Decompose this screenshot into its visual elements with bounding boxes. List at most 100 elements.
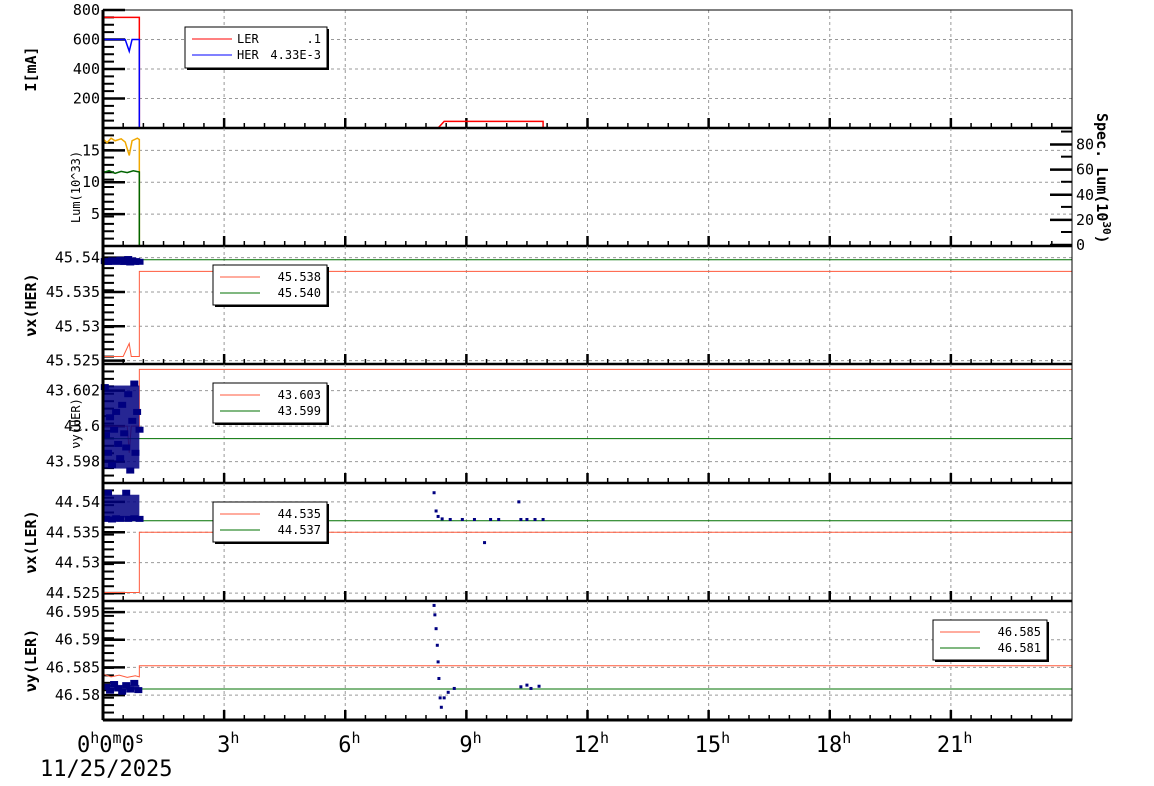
- legend-value: 44.537: [278, 523, 321, 537]
- data-point: [533, 517, 537, 521]
- data-point: [519, 517, 523, 521]
- y-axis-label: νx(LER): [22, 510, 40, 573]
- superscript: s: [135, 729, 144, 747]
- y-tick-label: 800: [73, 1, 100, 19]
- y-tick-label: 46.585: [46, 658, 100, 676]
- legend-value: .1: [307, 32, 321, 46]
- legend-value: 4.33E-3: [270, 48, 321, 62]
- data-cluster: [103, 385, 140, 469]
- y-tick-label: 45.54: [55, 249, 100, 267]
- legend: 45.538 45.540: [212, 264, 329, 307]
- data-point: [448, 517, 452, 521]
- y-axis-label: νx(HER): [22, 273, 40, 336]
- superscript: h: [842, 729, 851, 747]
- legend-value: 45.540: [278, 286, 321, 300]
- legend-value: 43.599: [278, 404, 321, 418]
- panel-frame: [102, 600, 1073, 721]
- superscript: h: [473, 729, 482, 747]
- legend-name: LER: [237, 32, 259, 46]
- y2-tick-label: 60: [1076, 161, 1094, 179]
- y-axis-label: νy(LER): [22, 629, 40, 692]
- data-point: [460, 517, 464, 521]
- data-point: [439, 705, 443, 709]
- date-label: 11/25/2025: [40, 757, 172, 782]
- legend-value: 46.585: [998, 625, 1041, 639]
- data-point: [525, 517, 529, 521]
- data-cluster: [103, 684, 140, 690]
- label-part: 0: [99, 733, 112, 758]
- y-tick-label: 45.535: [46, 283, 100, 301]
- data-point: [472, 517, 476, 521]
- y2-tick-label: 0: [1076, 236, 1085, 254]
- legend-value: 43.603: [278, 388, 321, 402]
- y-tick-label: 43.602: [46, 382, 100, 400]
- y-axis-label: I[mA]: [22, 46, 40, 91]
- legend-value: 46.581: [998, 641, 1041, 655]
- legend: 44.535 44.537: [212, 501, 329, 544]
- data-point: [497, 517, 501, 521]
- panel-6: 46.5846.58546.5946.595νy(LER) 46.58546.58…: [22, 600, 1073, 722]
- y2-axis-label: Spec. Lum(1030): [1093, 113, 1113, 244]
- label-part: 0: [122, 733, 135, 758]
- superscript: h: [352, 729, 361, 747]
- superscript: h: [963, 729, 972, 747]
- superscript: h: [90, 729, 99, 747]
- data-point: [432, 603, 436, 607]
- x-tick-label: 12h: [574, 729, 610, 758]
- panel-1: 200 400 600 800 I[mA] LER .1 HER 4.33E-3: [22, 1, 1073, 130]
- data-cluster: [103, 261, 140, 266]
- y2-tick-label: 20: [1076, 211, 1094, 229]
- data-point: [434, 509, 438, 513]
- data-point: [436, 660, 440, 664]
- y-tick-label: 10: [82, 173, 100, 191]
- panel-3: 45.525 45.53 45.535 45.54 νx(HER) 45.538 45.54…: [22, 245, 1073, 370]
- y-tick-label: 200: [73, 90, 100, 108]
- y-tick-label: 15: [82, 141, 100, 159]
- paren: ): [1093, 235, 1111, 244]
- superscript: m: [113, 729, 122, 747]
- data-cluster: [103, 494, 140, 518]
- panel-frame: [102, 127, 1073, 247]
- y-tick-label: 44.53: [55, 554, 100, 572]
- data-point: [452, 686, 456, 690]
- y-tick-label: 46.59: [55, 631, 100, 649]
- data-point: [537, 684, 541, 688]
- panel-4: 43.59843.643.602νy(HER)43.60343.599: [46, 363, 1073, 485]
- panel-5: 44.52544.5344.53544.54νx(LER) 44.53544.53…: [22, 482, 1073, 603]
- y2-tick-label: 80: [1076, 136, 1094, 154]
- data-point: [436, 514, 440, 518]
- y-tick-label: 43.598: [46, 453, 100, 471]
- tune-monitor-chart: 11/25/2025 200400600800I[mA]LER .1HER 4.33…: [22, 1, 1113, 782]
- y-axis-label: νy(HER): [69, 398, 83, 449]
- superscript: h: [721, 729, 730, 747]
- y-tick-label: 5: [91, 205, 100, 223]
- data-point: [446, 690, 450, 694]
- x-tick-label: 18h: [816, 729, 852, 758]
- superscript: 30: [1100, 221, 1113, 234]
- legend-name: HER: [237, 48, 259, 62]
- y-tick-label: 600: [73, 31, 100, 49]
- panel-2: 5 10 15 0 20 40 60 80Spec. Lum(1030) Lum(10^33): [69, 113, 1113, 254]
- legend: 46.585 46.581: [932, 619, 1049, 662]
- data-point: [489, 517, 493, 521]
- data-point: [517, 500, 521, 504]
- superscript: h: [230, 729, 239, 747]
- data-point: [440, 517, 444, 521]
- legend: LER .1 HER 4.33E-3: [184, 26, 329, 70]
- y-tick-label: 45.53: [55, 317, 100, 335]
- y-tick-label: 44.525: [46, 584, 100, 602]
- y-tick-label: 46.58: [55, 686, 100, 704]
- y-tick-label: 45.525: [46, 352, 100, 370]
- legend: 43.603 43.599: [212, 382, 329, 425]
- x-tick-label: 9h: [459, 729, 481, 758]
- data-point: [525, 683, 529, 687]
- data-point: [483, 541, 487, 545]
- superscript: h: [600, 729, 609, 747]
- series-line-Lum: [102, 137, 141, 246]
- data-point: [438, 696, 442, 700]
- y-axis-label: Lum(10^33): [69, 151, 83, 223]
- x-tick-label: 3h: [217, 729, 239, 758]
- data-point: [432, 491, 436, 495]
- legend-value: 45.538: [278, 270, 321, 284]
- legend-value: 44.535: [278, 507, 321, 521]
